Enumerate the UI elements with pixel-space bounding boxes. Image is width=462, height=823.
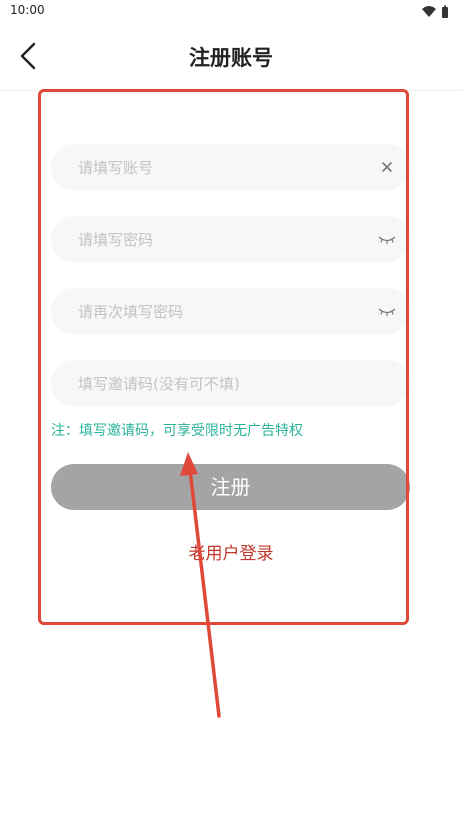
wifi-icon [422,6,436,17]
page-title: 注册账号 [189,46,273,70]
battery-icon [442,7,448,18]
status-time: 10:00 [10,3,45,17]
status-icons [420,4,452,18]
annotation-highlight-box [38,89,409,625]
status-bar: 10:00 [0,0,462,22]
app-header: 注册账号 [0,30,462,82]
